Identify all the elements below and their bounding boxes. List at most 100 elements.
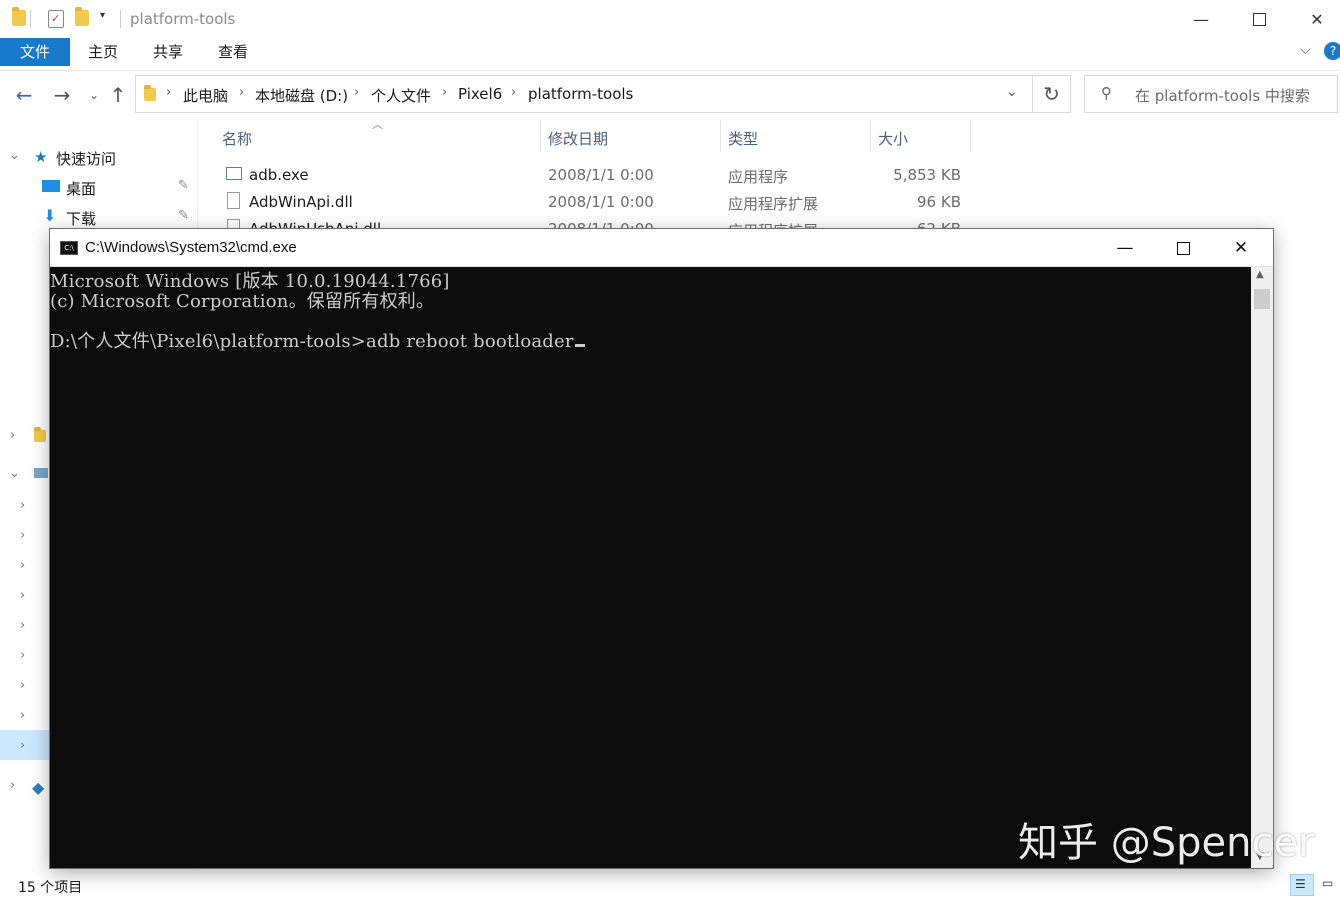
- sidebar-item-downloads[interactable]: 下载: [66, 208, 96, 229]
- scrollbar-thumb[interactable]: [1254, 289, 1270, 309]
- console-prompt-line[interactable]: D:\个人文件\Pixel6\platform-tools>adb reboot…: [50, 327, 585, 353]
- console-output[interactable]: Microsoft Windows [版本 10.0.19044.1766] (…: [50, 267, 1251, 868]
- star-icon: ★: [34, 148, 47, 166]
- file-type: 应用程序: [728, 166, 788, 187]
- column-separator[interactable]: [870, 120, 871, 152]
- refresh-button[interactable]: ↻: [1033, 75, 1071, 113]
- expand-chevron-icon[interactable]: ›: [20, 708, 25, 723]
- text-cursor: [575, 344, 585, 347]
- watermark: 知乎 @Spencer: [1018, 810, 1315, 868]
- up-button[interactable]: ↑: [106, 84, 130, 108]
- pin-icon: ✎: [178, 178, 189, 193]
- recent-locations-button[interactable]: ⌄: [82, 84, 106, 108]
- file-date: 2008/1/1 0:00: [548, 166, 654, 184]
- breadcrumb-this-pc[interactable]: 此电脑: [183, 85, 228, 106]
- column-separator[interactable]: [970, 120, 971, 152]
- tab-view[interactable]: 查看: [208, 38, 258, 66]
- search-input[interactable]: ⚲ 在 platform-tools 中搜索: [1084, 75, 1338, 113]
- expand-chevron-icon[interactable]: ›: [20, 528, 25, 543]
- ribbon: 文件 主页 共享 查看 ⌵ ?: [0, 38, 1340, 71]
- forward-button[interactable]: →: [50, 84, 74, 108]
- sidebar-item-desktop[interactable]: 桌面: [66, 178, 96, 199]
- exe-file-icon: [226, 167, 242, 180]
- desktop-icon: [42, 180, 60, 192]
- cmd-maximize-button[interactable]: [1154, 229, 1212, 267]
- breadcrumb-drive-d[interactable]: 本地磁盘 (D:): [255, 85, 348, 106]
- forward-arrow-icon: →: [54, 83, 71, 107]
- column-header-size[interactable]: 大小: [878, 128, 908, 149]
- chevron-right-icon: ›: [239, 85, 244, 100]
- scroll-up-icon[interactable]: ▲: [1256, 269, 1264, 280]
- column-separator[interactable]: [720, 120, 721, 152]
- cmd-title: C:\Windows\System32\cmd.exe: [85, 239, 297, 256]
- expand-chevron-icon[interactable]: ›: [20, 648, 25, 663]
- close-button[interactable]: ✕: [1288, 0, 1340, 38]
- customize-quick-access-icon[interactable]: ▾: [100, 10, 105, 21]
- cmd-scrollbar[interactable]: ▲ ▼: [1251, 267, 1273, 868]
- minimize-button[interactable]: —: [1172, 0, 1230, 38]
- help-icon[interactable]: ?: [1324, 42, 1340, 60]
- details-view-button[interactable]: ☰: [1290, 874, 1314, 896]
- tab-share[interactable]: 共享: [143, 38, 193, 66]
- column-header-name[interactable]: 名称: [222, 128, 252, 149]
- details-view-icon: ☰: [1295, 877, 1306, 891]
- chevron-down-icon: ⌄: [89, 88, 99, 102]
- divider: [120, 10, 121, 28]
- table-row[interactable]: AdbWinApi.dll 2008/1/1 0:00 应用程序扩展 96 KB: [222, 189, 972, 215]
- file-date: 2008/1/1 0:00: [548, 193, 654, 211]
- expand-chevron-icon[interactable]: ›: [20, 678, 25, 693]
- column-separator[interactable]: [540, 120, 541, 152]
- column-header-type[interactable]: 类型: [728, 128, 758, 149]
- new-folder-icon[interactable]: [75, 10, 89, 26]
- cmd-minimize-button[interactable]: —: [1096, 229, 1154, 267]
- status-item-count: 15 个项目: [18, 877, 82, 897]
- file-name: adb.exe: [249, 166, 309, 184]
- breadcrumb-pixel6[interactable]: Pixel6: [458, 85, 502, 103]
- tab-home[interactable]: 主页: [78, 38, 128, 66]
- divider: [30, 10, 31, 28]
- explorer-titlebar: ✓ ▾ platform-tools — ✕: [0, 0, 1340, 38]
- folder-icon: [12, 10, 26, 26]
- folder-icon: [144, 88, 156, 101]
- maximize-icon: [1253, 13, 1266, 26]
- expand-chevron-icon[interactable]: ›: [20, 498, 25, 513]
- tab-file[interactable]: 文件: [0, 38, 70, 66]
- window-title: platform-tools: [130, 10, 235, 28]
- minimize-icon: —: [1117, 238, 1134, 258]
- maximize-button[interactable]: [1230, 0, 1288, 38]
- search-placeholder: 在 platform-tools 中搜索: [1135, 85, 1310, 106]
- sidebar-item-quick-access[interactable]: 快速访问: [56, 148, 116, 169]
- back-arrow-icon: ←: [16, 83, 33, 107]
- chevron-right-icon: ›: [511, 85, 516, 100]
- refresh-icon: ↻: [1043, 82, 1060, 106]
- expand-chevron-icon[interactable]: ›: [20, 588, 25, 603]
- address-bar[interactable]: › 此电脑 › 本地磁盘 (D:) › 个人文件 › Pixel6 › plat…: [135, 75, 1033, 113]
- table-row[interactable]: adb.exe 2008/1/1 0:00 应用程序 5,853 KB: [222, 162, 972, 188]
- cmd-window[interactable]: C:\ C:\Windows\System32\cmd.exe — ✕ Micr…: [50, 229, 1273, 868]
- pin-icon: ✎: [178, 208, 189, 223]
- dll-file-icon: [227, 192, 240, 209]
- breadcrumb-personal-files[interactable]: 个人文件: [371, 85, 431, 106]
- back-button[interactable]: ←: [12, 84, 36, 108]
- expand-chevron-icon[interactable]: ›: [20, 618, 25, 633]
- cmd-titlebar[interactable]: C:\ C:\Windows\System32\cmd.exe — ✕: [50, 229, 1273, 267]
- search-icon: ⚲: [1101, 84, 1112, 102]
- maximize-icon: [1177, 242, 1190, 255]
- file-size: 5,853 KB: [862, 166, 961, 184]
- cmd-close-button[interactable]: ✕: [1212, 229, 1270, 267]
- breadcrumb-platform-tools[interactable]: platform-tools: [528, 85, 633, 103]
- minimize-icon: —: [1193, 10, 1209, 29]
- collapse-chevron-icon[interactable]: ⌄: [9, 148, 20, 163]
- column-header-date[interactable]: 修改日期: [548, 128, 608, 149]
- expand-chevron-icon[interactable]: ›: [20, 738, 25, 753]
- expand-chevron-icon[interactable]: ›: [20, 558, 25, 573]
- collapse-chevron-icon[interactable]: ⌄: [9, 466, 20, 481]
- expand-chevron-icon[interactable]: ›: [10, 428, 15, 443]
- large-icons-view-button[interactable]: ▭: [1318, 874, 1340, 896]
- network-icon: ◆: [32, 778, 44, 797]
- expand-chevron-icon[interactable]: ›: [10, 778, 15, 793]
- close-icon: ✕: [1234, 238, 1248, 258]
- address-dropdown-icon[interactable]: ⌄: [1006, 84, 1018, 100]
- properties-icon[interactable]: ✓: [48, 10, 64, 28]
- expand-ribbon-icon[interactable]: ⌵: [1300, 42, 1311, 58]
